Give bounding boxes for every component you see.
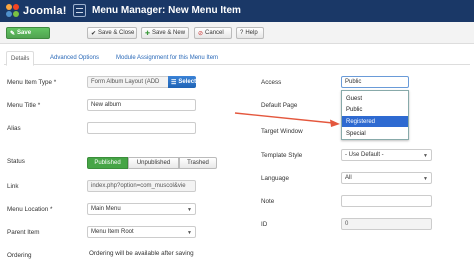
access-option-special[interactable]: Special [342, 128, 408, 139]
parent-item-value: Menu Item Root [91, 229, 134, 235]
menu-location-value: Main Menu [91, 206, 121, 212]
template-style-select[interactable]: - Use Default - ▼ [341, 149, 432, 161]
menu-location-label: Menu Location * [7, 206, 53, 213]
ordering-label: Ordering [7, 252, 32, 259]
save-new-label: Save & New [152, 30, 186, 36]
id-field: 0 [341, 218, 432, 230]
chevron-down-icon: ▼ [187, 207, 192, 213]
tab-advanced-options[interactable]: Advanced Options [46, 51, 103, 65]
target-window-label: Target Window [261, 128, 303, 135]
tab-details[interactable]: Details [6, 51, 35, 66]
status-trashed-toggle[interactable]: Trashed [179, 157, 217, 169]
menu-item-type-field: Form Album Layout (ADD [87, 76, 169, 88]
save-button[interactable]: ✎ Save [6, 27, 50, 39]
help-question-icon: ? [240, 30, 244, 36]
ordering-note: Ordering will be available after saving [89, 250, 194, 257]
save-close-label: Save & Close [98, 30, 135, 36]
alias-label: Alias [7, 125, 21, 132]
menu-location-select[interactable]: Main Menu ▼ [87, 203, 196, 215]
page-title: Menu Manager: New Menu Item [92, 5, 241, 16]
parent-item-label: Parent Item [7, 229, 40, 236]
menu-title-label: Menu Title * [7, 102, 41, 109]
joomla-logo-icon [6, 4, 20, 18]
access-label: Access [261, 79, 282, 86]
id-label: ID [261, 221, 268, 228]
cancel-label: Cancel [205, 30, 224, 36]
plus-icon: ✚ [145, 30, 151, 37]
status-label: Status [7, 158, 25, 165]
note-label: Note [261, 198, 275, 205]
language-select[interactable]: All ▼ [341, 172, 432, 184]
status-published-toggle[interactable]: Published [87, 157, 128, 169]
menu-title-input[interactable]: New album [87, 99, 196, 111]
save-new-button[interactable]: ✚ Save & New [141, 27, 189, 39]
save-label: Save [17, 30, 32, 36]
joomla-logo[interactable]: Joomla! [6, 4, 67, 18]
chevron-down-icon: ▼ [187, 230, 192, 236]
annotation-arrow-line [234, 112, 334, 124]
alias-input[interactable] [87, 122, 196, 134]
note-input[interactable] [341, 195, 432, 207]
default-page-label: Default Page [261, 102, 298, 109]
menu-item-type-label: Menu Item Type * [7, 79, 57, 86]
pencil-icon: ✎ [10, 30, 16, 37]
language-label: Language [261, 175, 290, 182]
tab-bar: Details Advanced Options Module Assignme… [4, 51, 470, 66]
cancel-button[interactable]: ⊘ Cancel [194, 27, 232, 39]
select-button-label: Select [178, 79, 197, 85]
link-label: Link [7, 183, 19, 190]
select-menu-type-button[interactable]: ☰ Select [168, 76, 196, 88]
help-button[interactable]: ? Help [236, 27, 264, 39]
chevron-down-icon: ▼ [423, 176, 428, 182]
list-icon: ☰ [171, 79, 177, 86]
menu-manager-icon [73, 4, 86, 17]
link-field: index.php?option=com_muscol&vie [87, 180, 196, 192]
logo-text: Joomla! [23, 5, 67, 17]
access-option-registered[interactable]: Registered [342, 116, 408, 127]
status-unpublished-toggle[interactable]: Unpublished [128, 157, 179, 169]
tab-module-assignment[interactable]: Module Assignment for this Menu Item [112, 51, 222, 65]
access-option-guest[interactable]: Guest [342, 93, 408, 104]
access-dropdown-list: Guest Public Registered Special [341, 90, 409, 140]
save-close-button[interactable]: ✔ Save & Close [87, 27, 137, 39]
chevron-down-icon: ▼ [423, 153, 428, 159]
template-style-value: - Use Default - [345, 152, 384, 158]
access-option-public[interactable]: Public [342, 104, 408, 115]
top-header-bar: Joomla! Menu Manager: New Menu Item [0, 0, 474, 22]
access-select[interactable]: Public [341, 76, 409, 88]
checkmark-icon: ✔ [91, 30, 97, 37]
parent-item-select[interactable]: Menu Item Root ▼ [87, 226, 196, 238]
template-style-label: Template Style [261, 152, 303, 159]
toolbar: ✎ Save ✔ Save & Close ✚ Save & New ⊘ Can… [0, 22, 474, 44]
help-label: Help [245, 30, 258, 36]
annotation-arrow-head [330, 119, 340, 127]
language-value: All [345, 175, 352, 181]
cancel-circle-icon: ⊘ [198, 30, 204, 37]
